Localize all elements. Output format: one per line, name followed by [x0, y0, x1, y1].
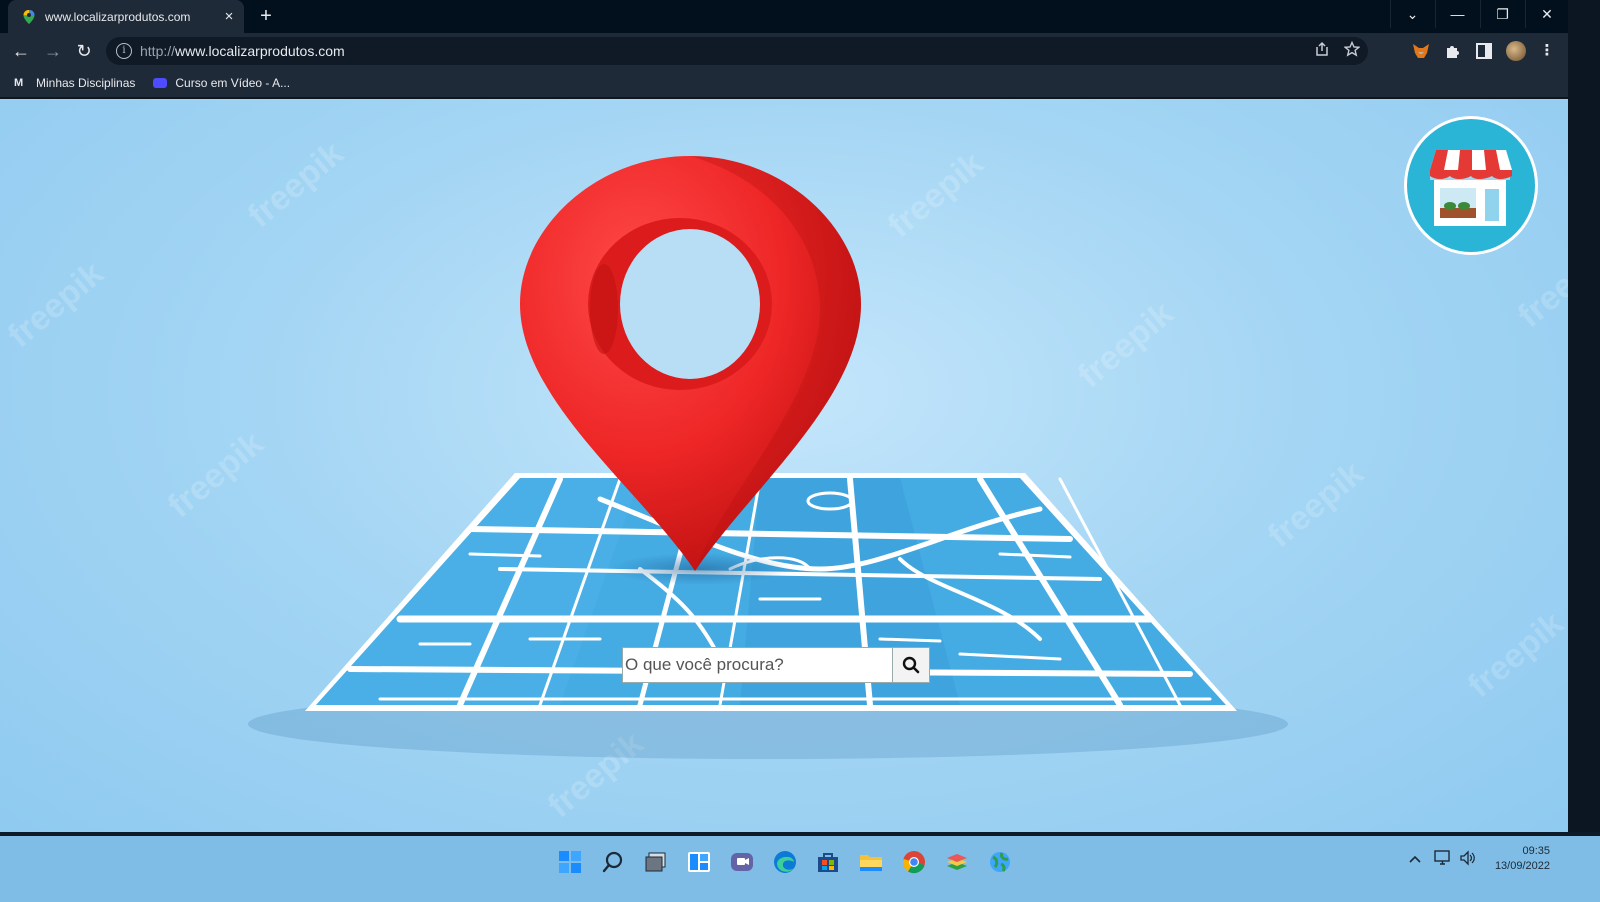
tab-search-button[interactable]: ⌄: [1390, 0, 1434, 28]
bookmarks-bar: M Minhas Disciplinas Curso em Vídeo - A.…: [0, 69, 1568, 97]
search-icon: [902, 656, 920, 674]
bookmark-curso-em-video[interactable]: Curso em Vídeo - A...: [153, 76, 290, 90]
address-bar[interactable]: i http://www.localizarprodutos.com: [106, 37, 1368, 65]
file-explorer-icon[interactable]: [857, 848, 885, 876]
browser-tab-active[interactable]: www.localizarprodutos.com ×: [8, 0, 244, 33]
svg-text:freepik: freepik: [161, 424, 271, 525]
chrome-icon[interactable]: [900, 848, 928, 876]
volume-icon[interactable]: [1459, 850, 1477, 866]
task-view-icon[interactable]: [642, 848, 670, 876]
page-scrollbar[interactable]: [1568, 0, 1600, 836]
extensions-puzzle-icon[interactable]: [1443, 41, 1463, 61]
store-logo-button[interactable]: [1404, 116, 1538, 255]
svg-text:freepik: freepik: [1461, 604, 1568, 705]
moodle-m-icon: M: [14, 77, 24, 89]
bluestacks-icon[interactable]: [943, 848, 971, 876]
minimize-button[interactable]: —: [1435, 0, 1479, 28]
bookmark-label: Curso em Vídeo - A...: [175, 76, 291, 90]
search-button[interactable]: [892, 648, 929, 682]
bookmark-label: Minhas Disciplinas: [36, 76, 136, 90]
system-clock[interactable]: 09:35 13/09/2022: [1478, 844, 1550, 874]
clock-time: 09:35: [1522, 845, 1550, 857]
storefront-icon: [1430, 150, 1512, 226]
tab-title: www.localizarprodutos.com: [45, 9, 191, 24]
windows-start-icon[interactable]: [556, 848, 584, 876]
product-search-form: [622, 647, 930, 683]
map-pin-favicon-icon: [23, 9, 35, 24]
edge-icon[interactable]: [771, 848, 799, 876]
svg-text:freepik: freepik: [1071, 294, 1181, 395]
svg-text:freepik: freepik: [1, 254, 111, 355]
bookmark-star-icon[interactable]: [1344, 41, 1360, 57]
widgets-icon[interactable]: [685, 848, 713, 876]
chrome-menu-icon[interactable]: ⋮: [1537, 41, 1557, 61]
url-host: www.localizarprodutos.com: [175, 43, 345, 59]
svg-text:freepik: freepik: [241, 134, 351, 235]
profile-avatar[interactable]: [1506, 41, 1526, 61]
search-icon[interactable]: [599, 848, 627, 876]
side-panel-icon[interactable]: [1474, 41, 1494, 61]
map-hero-illustration: freepik freepik freepik freepik freepik …: [1, 134, 1568, 825]
page-content: freepik freepik freepik freepik freepik …: [0, 99, 1568, 832]
clock-date: 13/09/2022: [1494, 860, 1550, 872]
browser-toolbar: ← → ↻ i http://www.localizarprodutos.com…: [0, 33, 1568, 69]
network-monitor-icon[interactable]: [1434, 850, 1452, 866]
teams-chat-icon[interactable]: [728, 848, 756, 876]
reload-button[interactable]: ↻: [72, 39, 96, 63]
bookmark-minhas-disciplinas[interactable]: M Minhas Disciplinas: [14, 76, 135, 90]
windows-taskbar: 09:35 13/09/2022: [0, 836, 1600, 902]
back-button[interactable]: ←: [9, 39, 33, 63]
product-search-input[interactable]: [623, 648, 892, 682]
new-tab-button[interactable]: +: [254, 4, 278, 28]
curso-em-video-icon: [153, 78, 168, 88]
close-window-button[interactable]: ✕: [1525, 0, 1568, 28]
svg-text:freepik: freepik: [881, 144, 991, 245]
metamask-fox-icon[interactable]: [1411, 41, 1431, 61]
tray-chevron-up-icon[interactable]: [1408, 854, 1422, 864]
restore-button[interactable]: ❐: [1480, 0, 1524, 28]
url-scheme: http://: [140, 43, 176, 59]
share-icon[interactable]: [1314, 41, 1330, 57]
svg-text:freepik: freepik: [1261, 454, 1371, 555]
tab-close-icon[interactable]: ×: [220, 8, 238, 25]
site-info-icon[interactable]: i: [116, 43, 132, 59]
forward-button[interactable]: →: [41, 39, 65, 63]
store-icon[interactable]: [814, 848, 842, 876]
tab-strip: www.localizarprodutos.com × + ⌄ — ❐ ✕: [0, 0, 1568, 33]
network-globe-icon[interactable]: [986, 848, 1014, 876]
